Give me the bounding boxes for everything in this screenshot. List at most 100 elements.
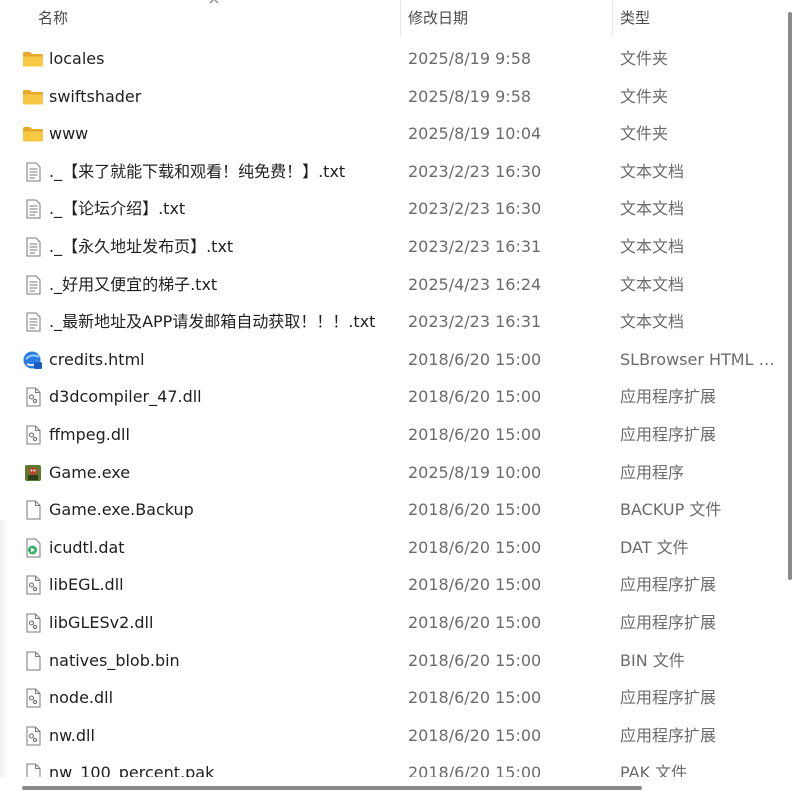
file-type: DAT 文件 [620,537,689,557]
file-name[interactable]: natives_blob.bin [49,642,180,680]
file-date-modified: 2018/6/20 15:00 [408,650,542,670]
file-type: 应用程序扩展 [620,387,717,407]
dll-file-icon [22,613,44,633]
file-row[interactable]: nw.dll 2018/6/20 15:00 应用程序扩展 [0,717,780,755]
file-date-modified: 2025/8/19 10:04 [408,124,542,144]
text-document-icon [22,237,44,257]
file-type: 文本文档 [620,236,685,256]
file-name[interactable]: ._【来了就能下载和观看！纯免费！】.txt [49,153,345,191]
file-type: 应用程序扩展 [620,575,717,595]
file-date-modified: 2023/2/23 16:30 [408,199,542,219]
horizontal-scrollbar-thumb[interactable] [22,786,642,790]
file-type: 文本文档 [620,161,685,181]
file-date-modified: 2018/6/20 15:00 [408,575,542,595]
file-row[interactable]: swiftshader 2025/8/19 9:58 文件夹 [0,78,780,116]
file-row[interactable]: d3dcompiler_47.dll 2018/6/20 15:00 应用程序扩展 [0,378,780,416]
file-name[interactable]: node.dll [49,679,113,717]
media-dat-icon [22,538,44,558]
file-date-modified: 2018/6/20 15:00 [408,725,542,745]
file-type: 应用程序 [620,462,685,482]
file-date-modified: 2018/6/20 15:00 [408,612,542,632]
file-type: 应用程序扩展 [620,612,717,632]
file-date-modified: 2025/4/23 16:24 [408,274,542,294]
file-date-modified: 2018/6/20 15:00 [408,424,542,444]
blank-file-icon [22,500,44,520]
text-document-icon [22,162,44,182]
file-name[interactable]: swiftshader [49,78,141,116]
file-row[interactable]: libGLESv2.dll 2018/6/20 15:00 应用程序扩展 [0,604,780,642]
column-header-type[interactable]: 类型 [612,0,780,38]
file-type: 应用程序扩展 [620,725,717,745]
file-explorer-list: 名称 修改日期 类型 locales 2025/8/19 9:58 文件夹 swift… [0,0,800,799]
file-name[interactable]: libGLESv2.dll [49,604,153,642]
folder-icon [22,124,44,144]
file-row[interactable]: ._好用又便宜的梯子.txt 2025/4/23 16:24 文本文档 [0,266,780,304]
file-row[interactable]: Game.exe 2025/8/19 10:00 应用程序 [0,454,780,492]
file-row[interactable]: credits.html 2018/6/20 15:00 SLBrowser HTM… [0,341,780,379]
file-row[interactable]: ._【永久地址发布页】.txt 2023/2/23 16:31 文本文档 [0,228,780,266]
file-row[interactable]: libEGL.dll 2018/6/20 15:00 应用程序扩展 [0,566,780,604]
file-name[interactable]: ._最新地址及APP请发邮箱自动获取！！！.txt [49,303,375,341]
text-document-icon [22,312,44,332]
dll-file-icon [22,688,44,708]
file-name[interactable]: credits.html [49,341,145,379]
file-row[interactable]: node.dll 2018/6/20 15:00 应用程序扩展 [0,679,780,717]
file-name[interactable]: ._【永久地址发布页】.txt [49,228,233,266]
file-type: 文件夹 [620,86,669,106]
file-row[interactable]: natives_blob.bin 2018/6/20 15:00 BIN 文件 [0,642,780,680]
file-type: 文件夹 [620,124,669,144]
file-name[interactable]: Game.exe.Backup [49,491,194,529]
file-list: locales 2025/8/19 9:58 文件夹 swiftshader 2025/… [0,40,780,792]
column-header-bar: 名称 修改日期 类型 [0,0,780,38]
file-date-modified: 2025/8/19 9:58 [408,49,532,68]
file-row[interactable]: ._【来了就能下载和观看！纯免费！】.txt 2023/2/23 16:30 文本文… [0,153,780,191]
file-name[interactable]: Game.exe [49,454,130,492]
file-date-modified: 2023/2/23 16:31 [408,312,542,332]
file-name[interactable]: nw.dll [49,717,95,755]
file-row[interactable]: ._【论坛介绍】.txt 2023/2/23 16:30 文本文档 [0,190,780,228]
file-date-modified: 2025/8/19 10:00 [408,462,542,482]
text-document-icon [22,199,44,219]
window-edge-shadow [0,520,8,780]
file-row[interactable]: ._最新地址及APP请发邮箱自动获取！！！.txt 2023/2/23 16:31… [0,303,780,341]
file-date-modified: 2023/2/23 16:31 [408,236,542,256]
file-row[interactable]: ffmpeg.dll 2018/6/20 15:00 应用程序扩展 [0,416,780,454]
column-header-date-modified[interactable]: 修改日期 [400,0,612,38]
file-name[interactable]: d3dcompiler_47.dll [49,378,202,416]
file-type: 文件夹 [620,49,669,68]
file-type: 应用程序扩展 [620,688,717,708]
file-row[interactable]: locales 2025/8/19 9:58 文件夹 [0,40,780,78]
game-exe-icon [22,463,44,483]
file-type: 文本文档 [620,274,685,294]
vertical-scrollbar[interactable] [780,0,800,780]
file-type: 文本文档 [620,312,685,332]
column-header-name[interactable]: 名称 [30,0,400,38]
file-name[interactable]: icudtl.dat [49,529,125,567]
horizontal-scrollbar[interactable] [0,777,800,799]
file-date-modified: 2018/6/20 15:00 [408,349,542,369]
vertical-scrollbar-thumb[interactable] [788,12,792,580]
folder-icon [22,49,44,69]
blank-file-icon [22,651,44,671]
file-date-modified: 2025/8/19 9:58 [408,86,532,106]
dll-file-icon [22,726,44,746]
file-row[interactable]: Game.exe.Backup 2018/6/20 15:00 BACKUP 文件 [0,491,780,529]
browser-html-icon [22,350,44,370]
file-type: 文本文档 [620,199,685,219]
file-row[interactable]: icudtl.dat 2018/6/20 15:00 DAT 文件 [0,529,780,567]
file-type: SLBrowser HTML D... [620,349,776,369]
file-type: 应用程序扩展 [620,424,717,444]
file-name[interactable]: ffmpeg.dll [49,416,130,454]
text-document-icon [22,275,44,295]
dll-file-icon [22,575,44,595]
file-name[interactable]: locales [49,40,104,78]
dll-file-icon [22,425,44,445]
file-name[interactable]: www [49,115,88,153]
file-date-modified: 2018/6/20 15:00 [408,500,542,520]
dll-file-icon [22,387,44,407]
file-date-modified: 2018/6/20 15:00 [408,387,542,407]
file-name[interactable]: libEGL.dll [49,566,124,604]
file-name[interactable]: ._【论坛介绍】.txt [49,190,185,228]
file-name[interactable]: ._好用又便宜的梯子.txt [49,266,217,304]
file-row[interactable]: www 2025/8/19 10:04 文件夹 [0,115,780,153]
